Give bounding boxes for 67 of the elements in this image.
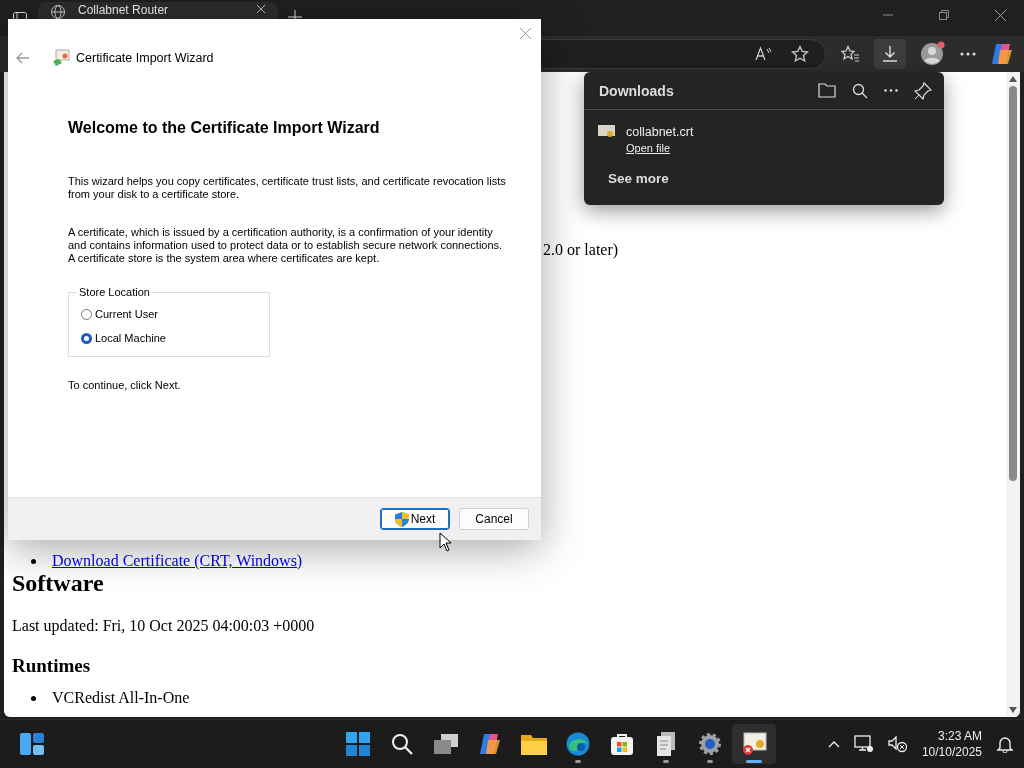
gear-icon — [697, 732, 722, 756]
group-label: Store Location — [78, 286, 151, 298]
muted-speaker-icon[interactable] — [887, 735, 908, 753]
star-icon[interactable] — [791, 45, 810, 63]
mouse-cursor-icon — [439, 532, 452, 552]
copilot-icon — [477, 732, 502, 756]
list-item: VCRedist All-In-One — [52, 689, 190, 707]
taskbar-app[interactable] — [731, 724, 776, 764]
dialog-title: Certificate Import Wizard — [76, 51, 214, 65]
radio-option[interactable]: Current User — [81, 302, 261, 326]
copilot-icon[interactable] — [990, 42, 1014, 66]
store-icon — [609, 732, 634, 756]
download-icon — [881, 45, 900, 63]
close-icon[interactable] — [995, 10, 1006, 21]
cancel-button[interactable]: Cancel — [459, 508, 529, 530]
page-text-fragment: 2.0 or later) — [543, 241, 620, 259]
notification-icon[interactable] — [996, 735, 1014, 753]
chevron-up-icon[interactable] — [827, 740, 840, 748]
widgets-icon[interactable] — [20, 733, 44, 755]
description-text: This wizard helps you copy certificates, certificate trust lists, and certificate revocation lists from your disk to a certificate store. — [68, 175, 507, 201]
next-button[interactable]: Next — [380, 508, 450, 530]
time-text: 3:23 AM — [937, 728, 982, 744]
globe-icon — [50, 4, 66, 20]
date-text: 10/10/2025 — [921, 744, 982, 760]
back-arrow-icon[interactable] — [16, 52, 30, 64]
open-file-link[interactable]: Open file — [626, 142, 694, 154]
certificate-file-icon — [598, 125, 615, 139]
favorites-icon[interactable] — [840, 45, 861, 63]
last-updated-text: Last updated: Fri, 10 Oct 2025 04:00:03 +0000 — [12, 617, 316, 635]
more-icon[interactable] — [884, 89, 898, 92]
pin-icon[interactable] — [914, 81, 932, 100]
documents-icon — [654, 732, 677, 756]
edge-icon — [565, 732, 590, 756]
folder-icon — [520, 733, 547, 755]
scroll-down-icon[interactable] — [1009, 707, 1017, 713]
radio-button[interactable] — [81, 308, 92, 320]
restore-icon[interactable] — [939, 10, 949, 20]
bullet-icon — [31, 695, 36, 701]
section-heading: Software — [12, 570, 105, 597]
scrollbar[interactable] — [1006, 72, 1020, 717]
search-icon[interactable] — [852, 82, 868, 99]
certificate-icon — [52, 49, 70, 67]
task-view-icon — [433, 734, 458, 754]
clock[interactable]: 3:23 AM 10/10/2025 — [921, 728, 982, 760]
file-name[interactable]: collabnet.crt — [626, 125, 694, 139]
avatar-icon[interactable] — [920, 41, 946, 67]
bullet-icon — [31, 558, 36, 564]
description-text: A certificate, which is issued by a certification authority, is a confirmation of your identity and contains information used to protect data or to establish secure network connections. A certificate store is the system area where certificates are kept. — [68, 226, 504, 265]
scroll-up-icon[interactable] — [1009, 76, 1017, 82]
see-more-link[interactable]: See more — [608, 171, 669, 186]
close-icon[interactable] — [256, 4, 266, 14]
more-icon[interactable] — [960, 52, 976, 56]
network-icon[interactable] — [853, 735, 874, 753]
search-icon — [390, 733, 413, 755]
folder-icon[interactable] — [818, 83, 836, 98]
subsection-heading: Runtimes — [12, 655, 92, 677]
downloads-button[interactable] — [874, 39, 906, 69]
radio-option[interactable]: Local Machine — [81, 326, 261, 350]
shield-icon — [394, 511, 409, 527]
certificate-icon — [740, 732, 767, 756]
download-link[interactable]: Download Certificate (CRT, Windows) — [52, 552, 303, 570]
windows-logo-icon — [345, 732, 370, 756]
wizard-heading: Welcome to the Certificate Import Wizard — [68, 119, 381, 137]
read-aloud-icon[interactable] — [755, 46, 774, 62]
panel-title: Downloads — [599, 82, 674, 99]
hint-text: To continue, click Next. — [68, 379, 182, 392]
radio-button[interactable] — [81, 332, 92, 344]
